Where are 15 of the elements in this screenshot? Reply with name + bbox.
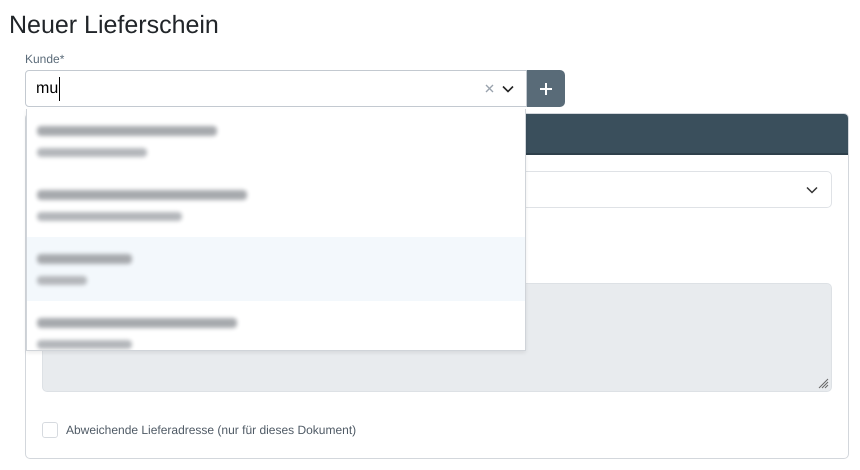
checkbox-label: Abweichende Lieferadresse (nur für dieses Dokument)	[66, 422, 356, 439]
field-label: Kunde*	[25, 52, 64, 66]
customer-input[interactable]: mu	[36, 76, 60, 100]
page-title: Neuer Lieferschein	[9, 10, 219, 40]
dropdown-option[interactable]	[27, 301, 525, 350]
dropdown-option[interactable]	[27, 173, 525, 237]
resize-handle-icon[interactable]	[817, 377, 829, 389]
chevron-down-icon	[806, 186, 818, 194]
plus-icon	[539, 82, 553, 96]
dropdown-option[interactable]	[27, 237, 525, 301]
customer-combobox[interactable]: mu	[25, 70, 527, 107]
add-button[interactable]	[527, 70, 565, 107]
clear-icon[interactable]	[485, 84, 494, 93]
checkbox[interactable]	[42, 422, 58, 438]
chevron-down-icon[interactable]	[502, 84, 514, 92]
